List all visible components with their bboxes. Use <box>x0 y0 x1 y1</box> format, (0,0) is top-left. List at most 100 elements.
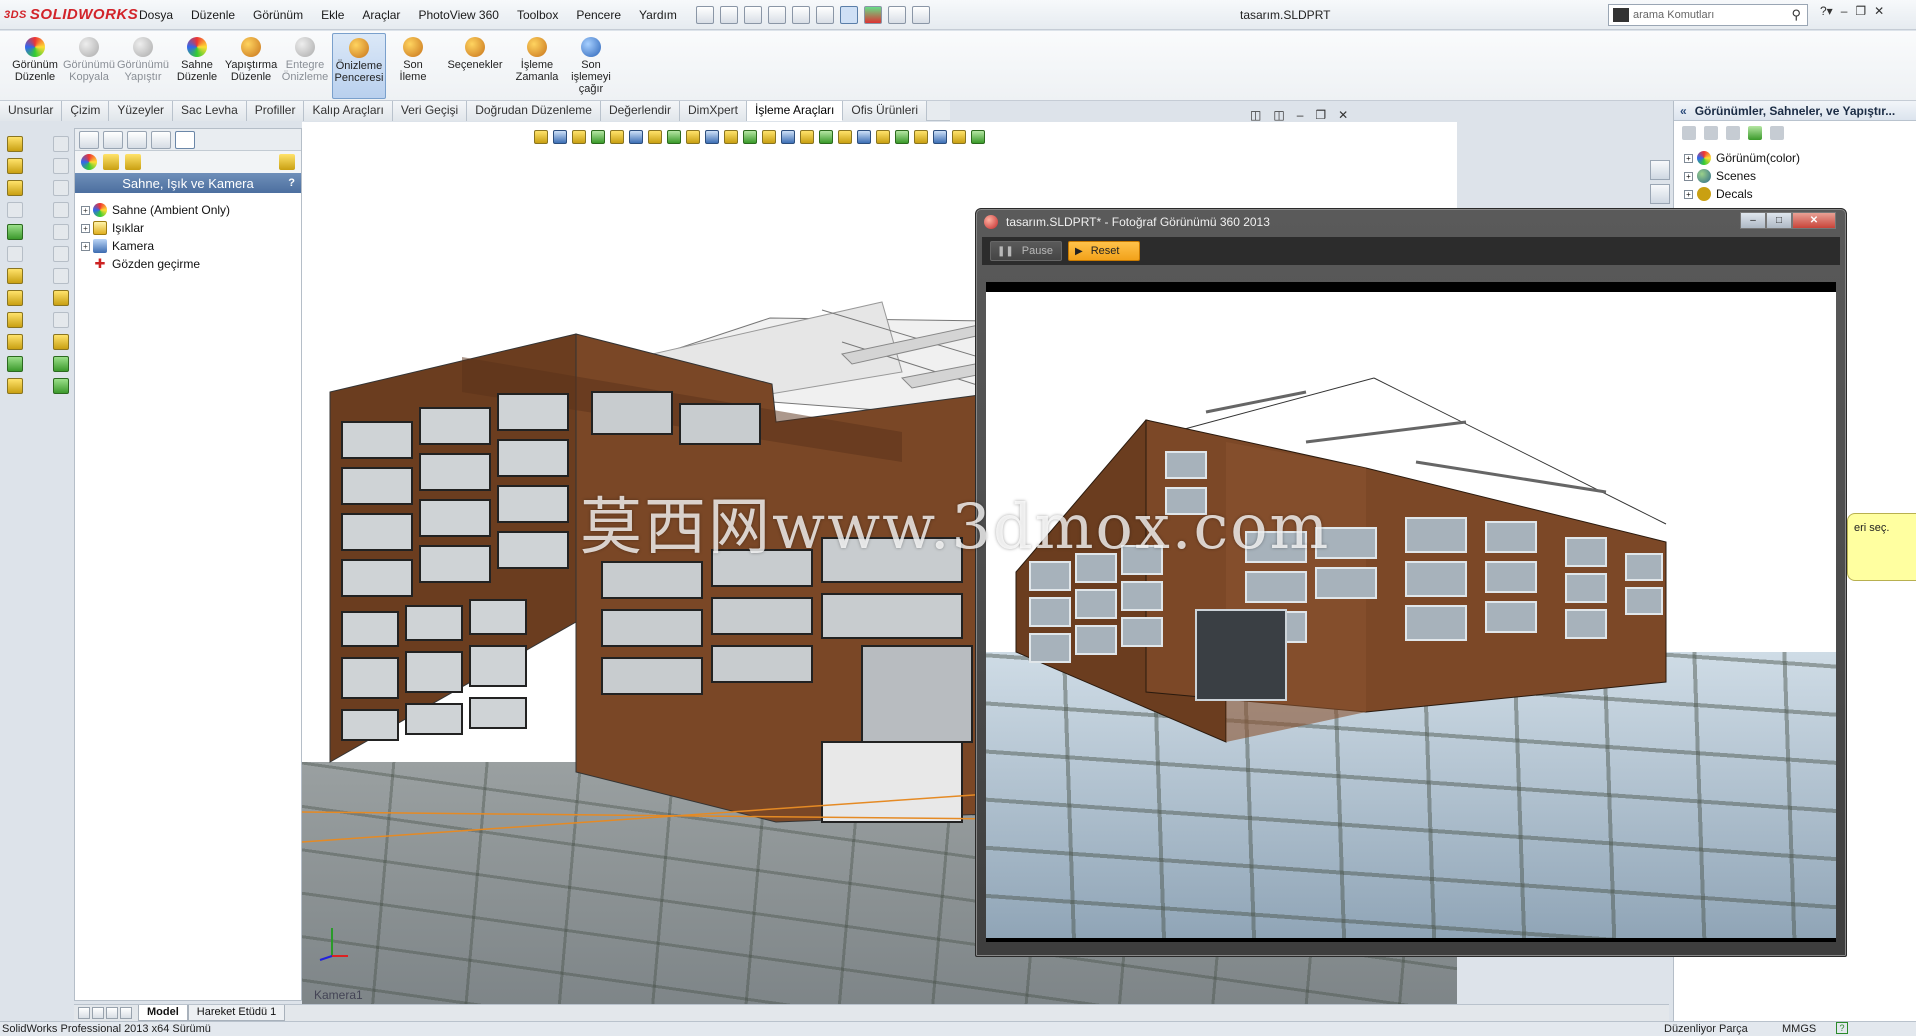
tree-item-scene[interactable]: + Sahne (Ambient Only) <box>81 201 301 219</box>
expand-icon[interactable]: + <box>1684 189 1693 199</box>
back-icon[interactable] <box>1682 126 1696 140</box>
schedule-render-button[interactable]: İşleme Zamanla <box>510 33 564 99</box>
collapse-chevron-icon[interactable]: « <box>1680 104 1687 118</box>
cut-icon[interactable] <box>7 268 23 284</box>
open-folder-icon[interactable] <box>743 5 762 24</box>
tab-dimxpert[interactable]: DimXpert <box>679 101 747 121</box>
menu-view[interactable]: Görünüm <box>244 0 312 30</box>
tab-motion-study[interactable]: Hareket Etüdü 1 <box>187 1005 286 1021</box>
offset-icon[interactable] <box>53 268 69 284</box>
pattern-icon[interactable] <box>53 312 69 328</box>
edit-appearance-button[interactable]: Görünüm Düzenle <box>8 33 62 99</box>
extrude-icon[interactable] <box>7 180 23 196</box>
solidworks-logo[interactable]: 3DS SOLIDWORKS <box>0 0 138 30</box>
preview-close-icon[interactable]: ✕ <box>1792 212 1836 229</box>
file-properties-icon[interactable] <box>887 5 906 24</box>
tree-item-decals[interactable]: + Decals <box>1684 185 1916 203</box>
apply-scene-icon[interactable] <box>686 130 700 144</box>
minimize-icon[interactable]: – <box>1841 4 1848 18</box>
forward-icon[interactable] <box>1704 126 1718 140</box>
restore-icon[interactable]: ❐ <box>1855 4 1866 18</box>
save-icon[interactable] <box>767 5 786 24</box>
display-style-icon[interactable] <box>629 130 643 144</box>
expand-icon[interactable]: + <box>81 241 90 251</box>
pause-button[interactable]: ❚❚ Pause <box>990 241 1062 261</box>
hide-show-items-icon[interactable] <box>648 130 662 144</box>
viewport-restore-icon[interactable]: ❐ <box>1315 108 1326 122</box>
smart-dimension-icon[interactable] <box>7 158 23 174</box>
final-render-button[interactable]: Son İleme <box>386 33 440 99</box>
menu-tools[interactable]: Araçlar <box>353 0 409 30</box>
expand-icon[interactable]: + <box>81 223 90 233</box>
options-button[interactable]: Seçenekler <box>440 33 510 99</box>
viewport-minimize-icon[interactable]: – <box>1297 108 1304 122</box>
line-tool-icon[interactable] <box>724 130 738 144</box>
decals-view-icon[interactable] <box>103 154 119 170</box>
resources-tab-icon[interactable] <box>1650 160 1670 180</box>
last-tab-icon[interactable] <box>120 1007 132 1019</box>
rectangle-tool-icon[interactable] <box>743 130 757 144</box>
reset-button[interactable]: ▶ Reset <box>1068 241 1140 261</box>
tree-item-camera[interactable]: + Kamera <box>81 237 301 255</box>
rectangle-icon[interactable] <box>53 158 69 174</box>
menu-help[interactable]: Yardım <box>630 0 686 30</box>
chamfer-tool-icon[interactable] <box>857 130 871 144</box>
print-icon[interactable] <box>791 5 810 24</box>
expand-icon[interactable]: + <box>81 205 90 215</box>
shell-icon[interactable] <box>7 356 23 372</box>
tab-office-products[interactable]: Ofis Ürünleri <box>843 101 928 121</box>
chamfer-icon[interactable] <box>7 312 23 328</box>
circle-icon[interactable] <box>53 180 69 196</box>
panel-help-icon[interactable]: ? <box>288 177 295 189</box>
rib-icon[interactable] <box>7 334 23 350</box>
refresh-icon[interactable] <box>1748 126 1762 140</box>
tab-mold-tools[interactable]: Kalıp Araçları <box>304 101 393 121</box>
arc-tool-icon[interactable] <box>781 130 795 144</box>
zoom-area-icon[interactable] <box>553 130 567 144</box>
tree-item-lights[interactable]: + Işıklar <box>81 219 301 237</box>
tree-item-appearances[interactable]: + Görünüm(color) <box>1684 149 1916 167</box>
copy-appearance-button[interactable]: Görünümü Kopyala <box>62 33 116 99</box>
circle-tool-icon[interactable] <box>762 130 776 144</box>
tile-horizontal-icon[interactable]: ◫ <box>1250 108 1261 122</box>
menu-edit[interactable]: Düzenle <box>182 0 244 30</box>
tab-sketch[interactable]: Çizim <box>62 101 110 121</box>
extrude-tool-icon[interactable] <box>800 130 814 144</box>
recall-last-render-button[interactable]: Son işlemeyi çağır <box>564 33 618 99</box>
units-selector[interactable]: MMGS <box>1782 1022 1816 1036</box>
integrated-preview-button[interactable]: Entegre Önizleme <box>278 33 332 99</box>
repair-sketch-icon[interactable] <box>53 356 69 372</box>
tab-data-migration[interactable]: Veri Geçişi <box>392 101 468 121</box>
rebuild-icon[interactable] <box>863 5 882 24</box>
expand-icon[interactable]: + <box>1684 171 1693 181</box>
preview-window-button[interactable]: Önizleme Penceresi <box>332 33 386 99</box>
previous-view-icon[interactable] <box>572 130 586 144</box>
hole-tool-icon[interactable] <box>971 130 985 144</box>
spline-icon[interactable] <box>53 224 69 240</box>
menu-toolbox[interactable]: Toolbox <box>508 0 567 30</box>
dimxpert-manager-tab-icon[interactable] <box>151 131 171 149</box>
prev-tab-icon[interactable] <box>92 1007 104 1019</box>
first-tab-icon[interactable] <box>78 1007 90 1019</box>
section-view-icon[interactable] <box>591 130 605 144</box>
new-document-icon[interactable] <box>719 5 738 24</box>
draft-tool-icon[interactable] <box>933 130 947 144</box>
tab-weldments[interactable]: Profiller <box>246 101 305 121</box>
revolve-tool-icon[interactable] <box>819 130 833 144</box>
tab-model[interactable]: Model <box>138 1005 188 1021</box>
tree-item-scenes[interactable]: + Scenes <box>1684 167 1916 185</box>
tab-evaluate[interactable]: Değerlendir <box>600 101 680 121</box>
trim-icon[interactable] <box>53 246 69 262</box>
fillet-icon[interactable] <box>7 290 23 306</box>
view-orientation-icon[interactable] <box>610 130 624 144</box>
edit-appearance-icon[interactable] <box>667 130 681 144</box>
tab-features[interactable]: Unsurlar <box>0 101 63 121</box>
tab-sheet-metal[interactable]: Sac Levha <box>173 101 247 121</box>
feature-tree-tab-icon[interactable] <box>79 131 99 149</box>
tab-direct-editing[interactable]: Doğrudan Düzenleme <box>467 101 601 121</box>
sketch-icon[interactable] <box>7 136 23 152</box>
display-manager-tab-icon[interactable] <box>175 131 195 149</box>
tab-render-tools[interactable]: İşleme Araçları <box>747 101 844 121</box>
menu-window[interactable]: Pencere <box>567 0 630 30</box>
status-help-icon[interactable]: ? <box>1836 1022 1848 1034</box>
